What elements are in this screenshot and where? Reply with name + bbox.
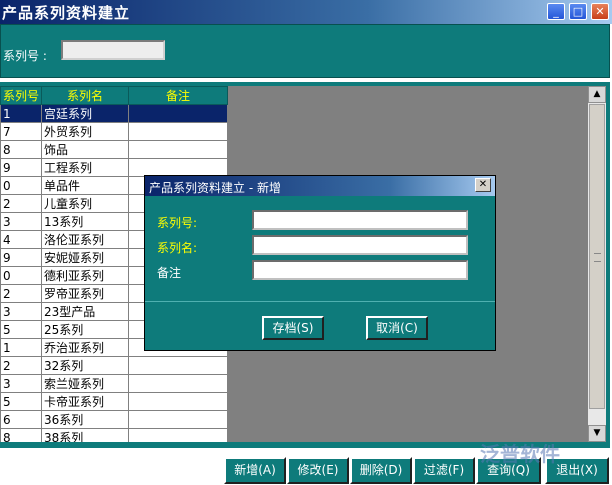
table-row[interactable]: 6 36系列 xyxy=(0,410,229,429)
scroll-thumb[interactable] xyxy=(589,104,605,409)
cell-series-name: 单品件 xyxy=(41,176,130,195)
cell-series-no: 0 xyxy=(0,266,43,285)
minimize-button[interactable]: _ xyxy=(547,3,565,20)
close-button[interactable]: ✕ xyxy=(591,3,609,20)
cell-series-name: 饰品 xyxy=(41,140,130,159)
cell-series-name: 38系列 xyxy=(41,428,130,442)
filter-panel: 系列号 : xyxy=(0,24,610,78)
cell-series-name: 宫廷系列 xyxy=(41,104,130,123)
cell-series-no: 3 xyxy=(0,302,43,321)
scroll-down-button[interactable]: ▼ xyxy=(588,425,606,442)
series-no-label: 系列号: xyxy=(157,216,198,230)
window-title: 产品系列资料建立 xyxy=(2,4,131,22)
cell-series-name: 洛伦亚系列 xyxy=(41,230,130,249)
cell-series-no: 2 xyxy=(0,284,43,303)
cell-series-name: 罗帝亚系列 xyxy=(41,284,130,303)
cancel-button[interactable]: 取消(C) xyxy=(366,316,428,340)
dialog-divider xyxy=(145,301,495,302)
cell-remark xyxy=(128,428,229,442)
series-no-input[interactable] xyxy=(252,210,468,230)
column-header-remark[interactable]: 备注 xyxy=(128,86,229,105)
cell-series-no: 2 xyxy=(0,194,43,213)
cell-series-name: 13系列 xyxy=(41,212,130,231)
cell-series-no: 0 xyxy=(0,176,43,195)
cell-series-name: 儿童系列 xyxy=(41,194,130,213)
cell-series-no: 4 xyxy=(0,230,43,249)
cell-remark xyxy=(128,104,229,123)
table-row[interactable]: 7 外贸系列 xyxy=(0,122,229,141)
save-button[interactable]: 存档(S) xyxy=(262,316,324,340)
table-row[interactable]: 8 38系列 xyxy=(0,428,229,442)
cell-series-name: 卡帝亚系列 xyxy=(41,392,130,411)
remark-input[interactable] xyxy=(252,260,468,280)
cell-series-no: 7 xyxy=(0,122,43,141)
table-row[interactable]: 1 宫廷系列 xyxy=(0,104,229,123)
cell-series-name: 32系列 xyxy=(41,356,130,375)
cell-series-name: 外贸系列 xyxy=(41,122,130,141)
delete-button[interactable]: 删除(D) xyxy=(350,457,412,484)
cell-series-no: 5 xyxy=(0,392,43,411)
cell-series-no: 9 xyxy=(0,158,43,177)
cell-series-name: 23型产品 xyxy=(41,302,130,321)
cell-series-name: 安妮娅系列 xyxy=(41,248,130,267)
cell-remark xyxy=(128,410,229,429)
cell-series-no: 9 xyxy=(0,248,43,267)
maximize-icon: □ xyxy=(572,5,584,18)
scroll-up-button[interactable]: ▲ xyxy=(588,86,606,103)
filter-button[interactable]: 过滤(F) xyxy=(413,457,475,484)
cell-remark xyxy=(128,122,229,141)
scroll-up-icon: ▲ xyxy=(593,89,601,99)
cell-remark xyxy=(128,158,229,177)
column-header-series-name[interactable]: 系列名 xyxy=(41,86,130,105)
table-row[interactable]: 9 工程系列 xyxy=(0,158,229,177)
table-row[interactable]: 2 32系列 xyxy=(0,356,229,375)
cell-series-no: 3 xyxy=(0,374,43,393)
remark-label: 备注 xyxy=(157,266,182,280)
table-row[interactable]: 3 索兰娅系列 xyxy=(0,374,229,393)
cell-series-name: 乔治亚系列 xyxy=(41,338,130,357)
close-icon: ✕ xyxy=(478,179,488,190)
series-no-filter-input[interactable] xyxy=(61,40,165,60)
cell-series-name: 索兰娅系列 xyxy=(41,374,130,393)
dialog-title: 产品系列资料建立 - 新增 xyxy=(149,181,281,195)
scroll-down-icon: ▼ xyxy=(593,428,601,438)
grip-icon xyxy=(594,253,601,262)
table-row[interactable]: 5 卡帝亚系列 xyxy=(0,392,229,411)
cell-series-no: 8 xyxy=(0,140,43,159)
cell-series-name: 德利亚系列 xyxy=(41,266,130,285)
add-button[interactable]: 新增(A) xyxy=(224,457,286,484)
maximize-button[interactable]: □ xyxy=(569,3,587,20)
watermark-logo: 泛普软件 xyxy=(480,442,560,466)
vertical-scrollbar[interactable]: ▲ ▼ xyxy=(588,86,606,442)
series-no-filter-label: 系列号 : xyxy=(3,49,47,63)
cell-remark xyxy=(128,374,229,393)
add-dialog: 产品系列资料建立 - 新增 ✕ 系列号: 系列名: 备注 存档(S) 取消(C) xyxy=(144,175,496,351)
cell-series-name: 36系列 xyxy=(41,410,130,429)
edit-button[interactable]: 修改(E) xyxy=(287,457,349,484)
dialog-titlebar: 产品系列资料建立 - 新增 ✕ xyxy=(145,176,495,196)
table-row[interactable]: 8 饰品 xyxy=(0,140,229,159)
cell-series-no: 1 xyxy=(0,104,43,123)
series-name-input[interactable] xyxy=(252,235,468,255)
cell-series-no: 1 xyxy=(0,338,43,357)
column-header-series-no[interactable]: 系列号 xyxy=(0,86,43,105)
cell-series-name: 工程系列 xyxy=(41,158,130,177)
cell-series-no: 3 xyxy=(0,212,43,231)
cell-series-no: 2 xyxy=(0,356,43,375)
minimize-icon: _ xyxy=(553,5,559,18)
cell-remark xyxy=(128,356,229,375)
cell-series-no: 6 xyxy=(0,410,43,429)
cell-series-no: 8 xyxy=(0,428,43,442)
window-titlebar: 产品系列资料建立 _ □ ✕ xyxy=(0,0,612,24)
cell-series-no: 5 xyxy=(0,320,43,339)
dialog-close-button[interactable]: ✕ xyxy=(475,178,491,192)
close-icon: ✕ xyxy=(595,5,605,18)
cell-series-name: 25系列 xyxy=(41,320,130,339)
cell-remark xyxy=(128,392,229,411)
series-name-label: 系列名: xyxy=(157,241,198,255)
table-header-row: 系列号 系列名 备注 xyxy=(0,86,229,105)
cell-remark xyxy=(128,140,229,159)
